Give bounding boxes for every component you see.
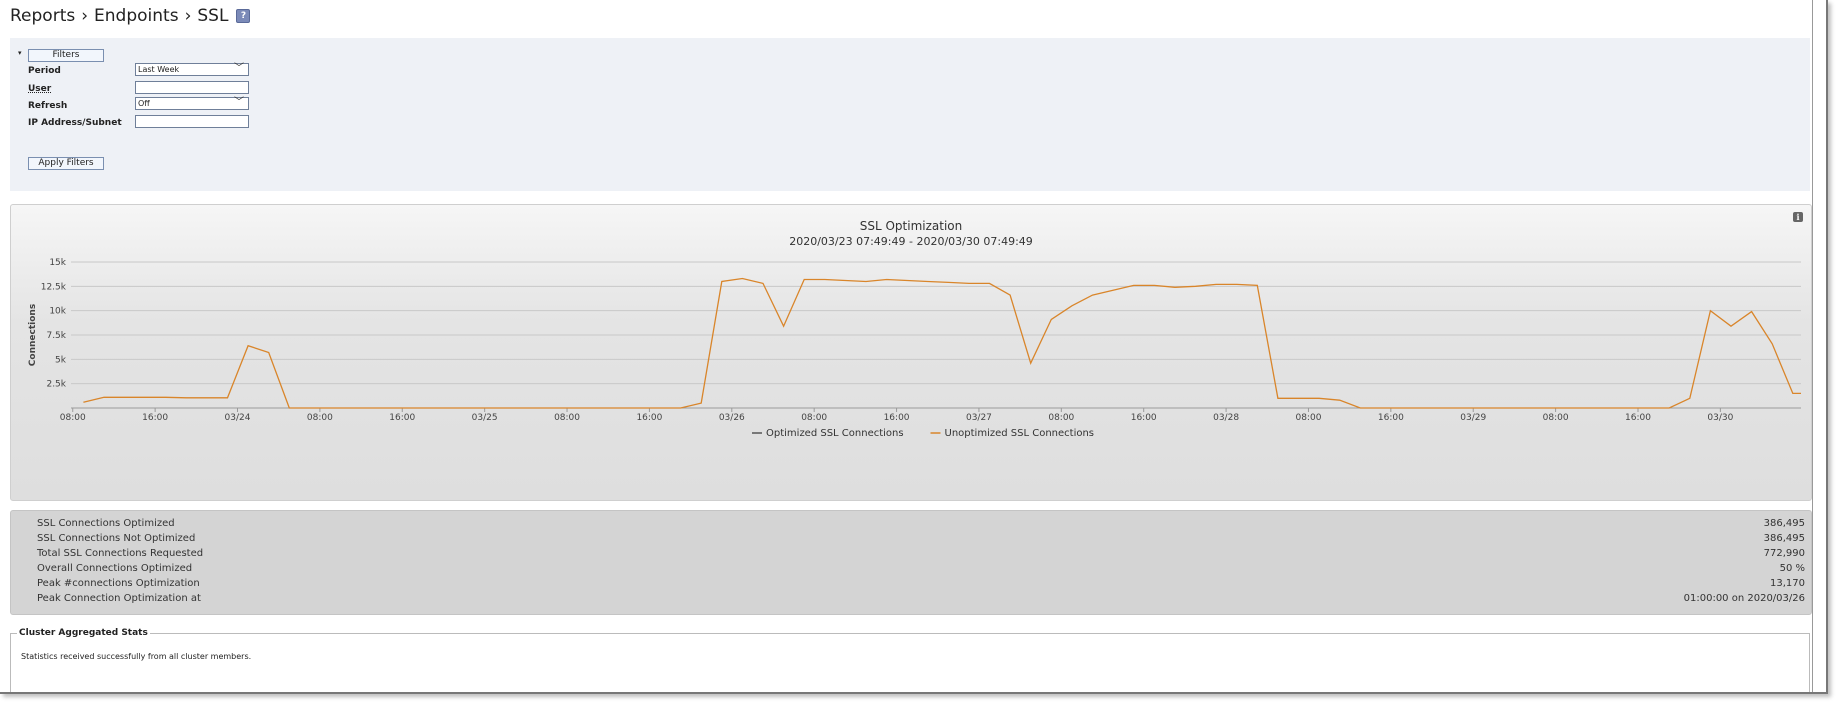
help-icon[interactable]: ?: [236, 9, 251, 23]
x-tick-label: 08:00: [60, 413, 86, 423]
x-tick-label: 08:00: [554, 413, 580, 423]
x-tick-label: 03/30: [1707, 413, 1733, 423]
breadcrumb-reports[interactable]: Reports: [10, 6, 75, 26]
breadcrumb-separator: ›: [184, 6, 192, 26]
stat-row: Total SSL Connections Requested 772,990: [37, 548, 1805, 562]
stat-value: 386,495: [1763, 518, 1805, 529]
breadcrumb: Reports › Endpoints › SSL ?: [10, 6, 251, 26]
stat-label: SSL Connections Optimized: [37, 518, 175, 529]
report-window: Reports › Endpoints › SSL ? ▾ Filters Pe…: [0, 0, 1828, 694]
stat-label: Overall Connections Optimized: [37, 563, 193, 574]
x-tick-label: 08:00: [1295, 413, 1321, 423]
user-label: User: [28, 84, 52, 94]
cluster-stats-title: Cluster Aggregated Stats: [17, 628, 150, 638]
stat-row: SSL Connections Optimized 386,495: [37, 518, 1805, 532]
stat-label: Peak #connections Optimization: [37, 578, 200, 589]
x-tick-label: 03/25: [472, 413, 498, 423]
refresh-label: Refresh: [28, 101, 68, 111]
chart-title: SSL Optimization: [860, 219, 963, 233]
chart-subtitle: 2020/03/23 07:49:49 - 2020/03/30 07:49:4…: [789, 235, 1033, 248]
stat-value: 01:00:00 on 2020/03/26: [1683, 593, 1805, 604]
user-input[interactable]: [135, 81, 249, 94]
collapse-toggle-icon[interactable]: ▾: [18, 49, 22, 57]
period-selected-value: Last Week: [138, 65, 180, 74]
x-tick-label: 16:00: [389, 413, 415, 423]
filters-panel: ▾ Filters Period Last Week ﹀ User Refres…: [10, 38, 1810, 191]
x-tick-label: 03/26: [719, 413, 745, 423]
legend-entry: Optimized SSL Connections: [766, 428, 904, 439]
period-select[interactable]: Last Week ﹀: [135, 63, 249, 76]
stat-value: 50 %: [1779, 563, 1805, 574]
apply-filters-button[interactable]: Apply Filters: [28, 157, 104, 170]
x-tick-label: 03/28: [1213, 413, 1239, 423]
stat-row: Overall Connections Optimized 50 %: [37, 563, 1805, 577]
ip-address-input[interactable]: [135, 115, 249, 128]
series-line-unoptimized: [83, 277, 1801, 409]
y-axis-label: Connections: [28, 304, 38, 366]
stat-value: 13,170: [1770, 578, 1805, 589]
filters-button[interactable]: Filters: [28, 49, 104, 62]
x-tick-label: 03/27: [966, 413, 992, 423]
breadcrumb-ssl: SSL: [197, 6, 229, 26]
chart-panel: i SSL Optimization 2020/03/23 07:49:49 - …: [10, 204, 1812, 501]
stat-value: 772,990: [1763, 548, 1805, 559]
chevron-down-icon: ﹀: [234, 63, 244, 74]
x-tick-label: 03/24: [225, 413, 251, 423]
cluster-status-message: Statistics received successfully from al…: [21, 652, 252, 661]
x-tick-label: 08:00: [307, 413, 333, 423]
x-tick-label: 16:00: [1378, 413, 1404, 423]
y-tick-label: 7.5k: [46, 331, 66, 341]
ip-address-label: IP Address/Subnet: [28, 118, 122, 128]
stat-row: SSL Connections Not Optimized 386,495: [37, 533, 1805, 547]
refresh-select[interactable]: Off ﹀: [135, 97, 249, 110]
y-tick-label: 15k: [49, 258, 66, 268]
y-tick-label: 2.5k: [46, 380, 66, 390]
x-tick-label: 16:00: [142, 413, 168, 423]
stat-row: Peak Connection Optimization at 01:00:00 …: [37, 593, 1805, 607]
x-tick-label: 08:00: [1543, 413, 1569, 423]
stat-label: SSL Connections Not Optimized: [37, 533, 196, 544]
breadcrumb-separator: ›: [81, 6, 89, 26]
x-tick-label: 16:00: [636, 413, 662, 423]
period-label: Period: [28, 66, 61, 76]
x-tick-label: 16:00: [884, 413, 910, 423]
x-tick-label: 08:00: [1048, 413, 1074, 423]
ssl-optimization-chart: SSL Optimization 2020/03/23 07:49:49 - 20…: [28, 219, 1801, 439]
x-tick-label: 03/29: [1460, 413, 1486, 423]
breadcrumb-endpoints[interactable]: Endpoints: [94, 6, 179, 26]
stat-label: Total SSL Connections Requested: [37, 548, 204, 559]
x-tick-label: 16:00: [1625, 413, 1651, 423]
stat-row: Peak #connections Optimization 13,170: [37, 578, 1805, 592]
y-tick-label: 12.5k: [41, 282, 67, 292]
x-tick-label: 08:00: [801, 413, 827, 423]
y-tick-label: 10k: [49, 307, 66, 317]
chevron-down-icon: ﹀: [234, 97, 244, 108]
x-tick-label: 16:00: [1131, 413, 1157, 423]
cluster-stats-fieldset: Cluster Aggregated Stats Statistics rece…: [10, 628, 1810, 692]
stat-value: 386,495: [1763, 533, 1805, 544]
scrollbar-divider: [1812, 0, 1813, 692]
refresh-selected-value: Off: [138, 99, 150, 108]
y-tick-label: 5k: [55, 355, 67, 365]
stat-label: Peak Connection Optimization at: [37, 593, 201, 604]
legend-entry: Unoptimized SSL Connections: [945, 428, 1095, 439]
stats-panel: SSL Connections Optimized 386,495 SSL Conn…: [10, 510, 1812, 615]
